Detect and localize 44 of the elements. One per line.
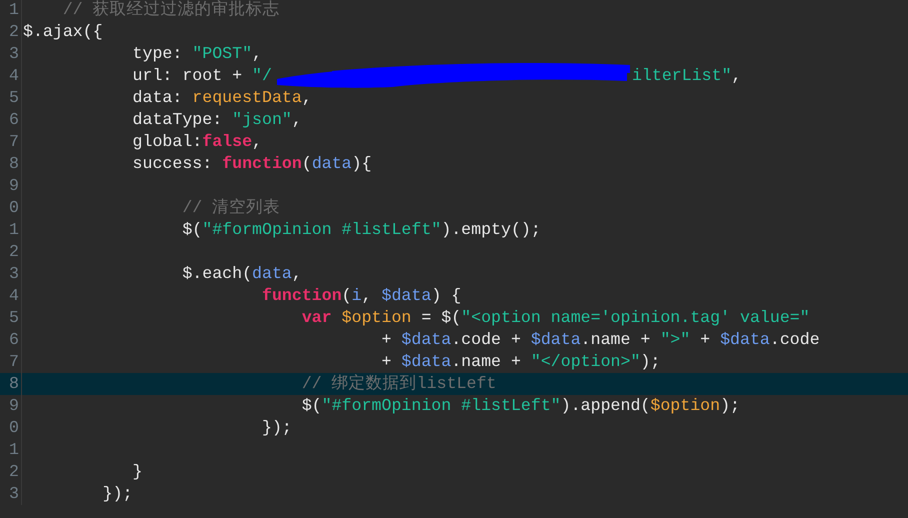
code-line: success: function(data){ — [132, 153, 372, 175]
code-line: + $data.name + "</option>"); — [380, 351, 660, 373]
line-number: 6 — [9, 109, 19, 131]
code-line: + $data.code + $data.name + ">" + $data.code — [380, 329, 820, 351]
line-number: 2 — [9, 241, 19, 263]
line-number: 5 — [9, 307, 19, 329]
line-number: 8 — [9, 373, 19, 395]
line-number: 0 — [9, 417, 19, 439]
code-line: // 获取经过过滤的审批标志 — [62, 0, 280, 21]
line-number: 3 — [9, 483, 19, 505]
code-line: data: requestData, — [132, 87, 312, 109]
line-number: 2 — [9, 461, 19, 483]
code-line: function(i, $data) { — [260, 285, 462, 307]
line-number: 1 — [9, 439, 19, 461]
code-line: dataType: "json", — [132, 109, 302, 131]
line-number: 3 — [9, 43, 19, 65]
line-number: 9 — [9, 175, 19, 197]
code-line: } — [132, 461, 142, 483]
line-number: 5 — [9, 87, 19, 109]
line-number: 9 — [9, 395, 19, 417]
code-line: }); — [260, 417, 292, 439]
line-number: 1 — [9, 219, 19, 241]
code-line: $("#formOpinion #listLeft").empty(); — [181, 219, 541, 241]
code-line: url: root + "/ — [132, 65, 272, 87]
code-line: type: "POST", — [132, 43, 262, 65]
code-line: // 清空列表 — [181, 197, 280, 219]
code-line: ilterList", — [632, 65, 742, 87]
line-number: 7 — [9, 351, 19, 373]
line-number: 6 — [9, 329, 19, 351]
line-number: 0 — [9, 197, 19, 219]
code-line: $.ajax({ — [23, 21, 103, 43]
line-number: 4 — [9, 65, 19, 87]
line-number: 3 — [9, 263, 19, 285]
code-line: $.each(data, — [181, 263, 302, 285]
code-line: }); — [102, 483, 133, 505]
line-number: 4 — [9, 285, 19, 307]
code-line: global:false, — [132, 131, 262, 153]
code-line: var $option = $("<option name='opinion.tag' value=" — [300, 307, 810, 329]
line-number: 1 — [9, 0, 19, 21]
line-number: 7 — [9, 131, 19, 153]
code-line: // 绑定数据到listLeft — [300, 373, 496, 395]
line-number: 2 — [9, 21, 19, 43]
line-number: 8 — [9, 153, 19, 175]
code-line: $("#formOpinion #listLeft").append($option); — [300, 395, 740, 417]
